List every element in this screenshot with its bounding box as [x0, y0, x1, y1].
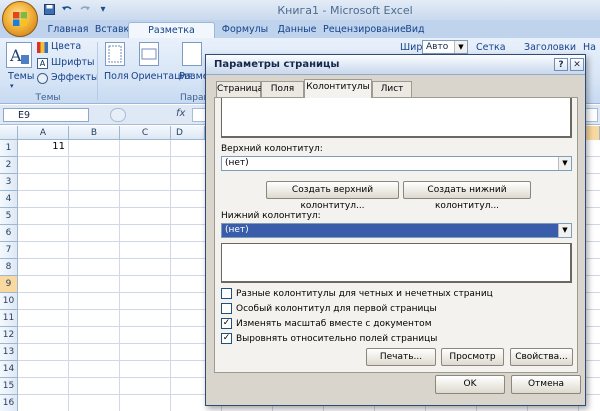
title-bar: ▾ Книга1 - Microsoft Excel: [0, 0, 600, 20]
column-header-a[interactable]: A: [18, 126, 69, 140]
themes-button[interactable]: Темы: [8, 71, 34, 82]
tab-review[interactable]: Рецензирование: [323, 22, 406, 38]
headings-label: Заголовки: [524, 42, 577, 53]
tab-formulas[interactable]: Формулы: [218, 22, 272, 38]
office-button[interactable]: [2, 1, 38, 37]
effects-icon: [37, 73, 48, 84]
themes-icon: A: [6, 42, 32, 68]
column-header-b[interactable]: B: [69, 126, 120, 140]
align-margins-label: Выровнять относительно полей страницы: [236, 334, 438, 344]
ok-button[interactable]: OK: [435, 375, 505, 394]
colors-button[interactable]: Цвета: [51, 41, 81, 52]
name-box[interactable]: E9: [3, 108, 89, 122]
odd-even-checkbox[interactable]: [221, 288, 232, 299]
group-divider: [97, 42, 98, 100]
office-logo-icon: [13, 12, 27, 26]
tab-margins[interactable]: Поля: [261, 81, 304, 97]
footer-label: Нижний колонтитул:: [221, 211, 321, 221]
row-header-3[interactable]: 3: [0, 174, 18, 191]
header-select[interactable]: (нет) ▼: [221, 156, 572, 171]
margins-icon: [105, 42, 125, 66]
close-button[interactable]: ✕: [570, 58, 584, 71]
tab-page[interactable]: Страница: [216, 81, 263, 97]
tab-view[interactable]: Вид: [400, 22, 430, 38]
header-preview: [221, 98, 572, 138]
dialog-title-bar: Параметры страницы ? ✕: [206, 55, 585, 75]
align-margins-checkbox[interactable]: ✓: [221, 333, 232, 344]
odd-even-label: Разные колонтитулы для четных и нечетных…: [236, 289, 493, 299]
cancel-button[interactable]: Отмена: [511, 375, 581, 394]
fonts-button[interactable]: Шрифты: [51, 57, 95, 68]
row-header-14[interactable]: 14: [0, 361, 18, 378]
row-header-2[interactable]: 2: [0, 157, 18, 174]
row-header-9[interactable]: 9: [0, 276, 18, 293]
tab-data[interactable]: Данные: [272, 22, 322, 38]
width-select[interactable]: Авто ▼: [422, 40, 468, 54]
first-page-label: Особый колонтитул для первой страницы: [236, 304, 437, 314]
help-button[interactable]: ?: [554, 58, 568, 71]
colors-icon: [37, 42, 48, 53]
window-title: Книга1 - Microsoft Excel: [277, 4, 413, 17]
fonts-icon: A: [37, 58, 48, 69]
first-page-checkbox[interactable]: [221, 303, 232, 314]
row-header-6[interactable]: 6: [0, 225, 18, 242]
header-label: Верхний колонтитул:: [221, 144, 323, 154]
row-header-4[interactable]: 4: [0, 191, 18, 208]
tab-page-layout[interactable]: Разметка страницы: [128, 22, 215, 51]
bring-forward-label: На: [583, 42, 596, 53]
dialog-title: Параметры страницы: [214, 59, 340, 70]
row-header-5[interactable]: 5: [0, 208, 18, 225]
insert-function-icon[interactable]: fx: [176, 108, 185, 119]
row-header-1[interactable]: 1: [0, 140, 18, 157]
formula-bar-toggle[interactable]: [110, 108, 126, 122]
scale-with-document-label: Изменять масштаб вместе с документом: [236, 319, 432, 329]
themes-group-label: Темы: [35, 93, 61, 103]
footer-preview: [221, 243, 572, 283]
tab-sheet[interactable]: Лист: [372, 81, 412, 97]
tab-header-footer[interactable]: Колонтитулы: [304, 79, 372, 98]
properties-button[interactable]: Свойства...: [510, 348, 573, 366]
cell-a1[interactable]: 11: [18, 141, 68, 152]
column-header-d[interactable]: D: [171, 126, 205, 140]
page-setup-dialog: Параметры страницы ? ✕ Страница Поля Кол…: [205, 54, 586, 406]
row-header-7[interactable]: 7: [0, 242, 18, 259]
chevron-down-icon: ▾: [10, 82, 14, 90]
page-setup-group-label: Парам: [180, 93, 211, 103]
row-header-12[interactable]: 12: [0, 327, 18, 344]
chevron-down-icon[interactable]: ▼: [558, 224, 571, 237]
print-button[interactable]: Печать...: [366, 348, 436, 366]
gridlines-label: Сетка: [476, 42, 506, 53]
row-header-13[interactable]: 13: [0, 344, 18, 361]
chevron-down-icon[interactable]: ▼: [454, 41, 467, 53]
row-header-11[interactable]: 11: [0, 310, 18, 327]
effects-button[interactable]: Эффекты: [51, 72, 99, 83]
scale-with-document-checkbox[interactable]: ✓: [221, 318, 232, 329]
tab-home[interactable]: Главная: [43, 22, 93, 38]
size-icon: [182, 42, 202, 66]
row-header-8[interactable]: 8: [0, 259, 18, 276]
orientation-icon: [139, 42, 159, 66]
chevron-down-icon[interactable]: ▼: [558, 157, 571, 170]
footer-select[interactable]: (нет) ▼: [221, 223, 572, 238]
select-all-corner[interactable]: [0, 126, 18, 140]
ribbon-tab-bar: Главная Вставка Разметка страницы Формул…: [0, 20, 600, 51]
row-header-16[interactable]: 16: [0, 395, 18, 411]
create-footer-button[interactable]: Создать нижний колонтитул...: [403, 181, 531, 211]
row-header-15[interactable]: 15: [0, 378, 18, 395]
print-preview-button[interactable]: Просмотр: [441, 348, 504, 366]
create-header-button[interactable]: Создать верхний колонтитул...: [266, 181, 399, 211]
svg-text:A: A: [9, 46, 22, 65]
column-header-c[interactable]: C: [120, 126, 171, 140]
header-footer-panel: Верхний колонтитул: (нет) ▼ Создать верх…: [214, 97, 578, 373]
margins-button[interactable]: Поля: [104, 71, 129, 82]
row-header-10[interactable]: 10: [0, 293, 18, 310]
